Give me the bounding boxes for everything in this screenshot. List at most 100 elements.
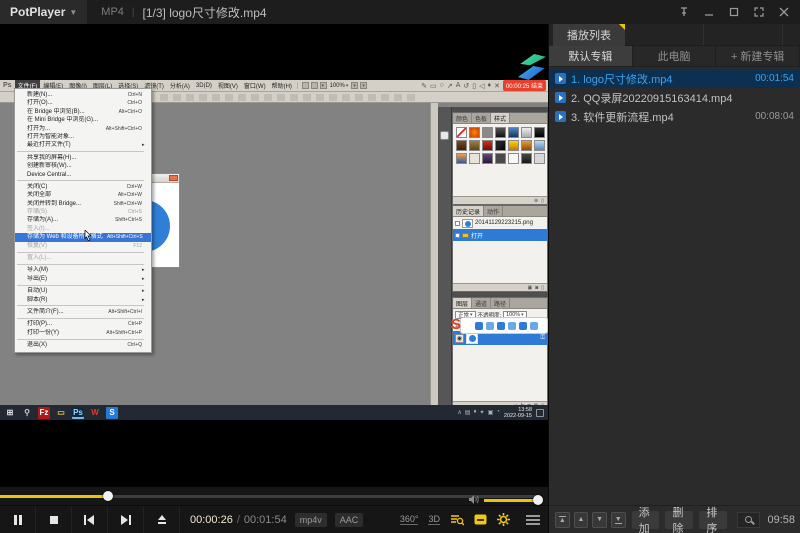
open-file-button[interactable]	[144, 506, 180, 533]
collapse-panels-icon[interactable]	[440, 131, 449, 140]
pin-icon[interactable]	[678, 6, 690, 18]
file-menu-item[interactable]: 打开(O)... Ctrl+O	[15, 99, 151, 107]
file-menu-item[interactable]: 脚本(R)	[15, 296, 151, 304]
album-tab[interactable]: + 新建专辑	[716, 46, 800, 66]
recorder-mic-icon[interactable]	[497, 322, 505, 330]
mini-bridge-icon[interactable]	[311, 82, 318, 89]
vr-360-button[interactable]: 360°	[400, 514, 419, 525]
style-swatch[interactable]	[495, 153, 506, 164]
mode-3d-button[interactable]: 3D	[428, 514, 440, 525]
recorder-pen-icon[interactable]	[486, 322, 494, 330]
file-menu-item[interactable]: 打开为智能对象...	[15, 133, 151, 141]
file-menu-item[interactable]: 导入(M)	[15, 266, 151, 274]
seek-bar[interactable]	[0, 495, 540, 498]
panel-tab[interactable]: 颜色	[453, 113, 472, 123]
panel-tab[interactable]: 路径	[491, 298, 510, 308]
panel-tab[interactable]: 色板	[472, 113, 491, 123]
app-menu-button[interactable]: PotPlayer ▼	[0, 0, 87, 24]
pause-button[interactable]	[0, 506, 36, 533]
style-swatch[interactable]	[456, 153, 467, 164]
file-menu-item[interactable]: 存储为 Web 和设备所用格式(D)... Alt+Shift+Ctrl+S	[15, 233, 151, 241]
taskbar-clock[interactable]: 13:58 2022-09-15	[504, 407, 532, 419]
recorder-tool-icon[interactable]: ▯	[472, 82, 476, 90]
panel-tab[interactable]: 动作	[484, 206, 503, 216]
style-swatch[interactable]	[508, 140, 519, 151]
video-codec-badge[interactable]: mp4v	[295, 513, 327, 527]
close-button[interactable]	[778, 6, 790, 18]
file-menu-item[interactable]: 打开为... Alt+Shift+Ctrl+O	[15, 125, 151, 133]
next-button[interactable]	[108, 506, 144, 533]
recorder-tool-icon[interactable]: ▭	[430, 82, 437, 90]
add-button[interactable]: 添加	[632, 511, 660, 529]
taskbar-icon[interactable]: S	[106, 407, 118, 419]
taskbar-icon[interactable]: ⊞	[4, 407, 16, 419]
taskbar-icon[interactable]: Ps	[72, 407, 84, 419]
playlist-item[interactable]: 3. 软件更新流程.mp4 00:08:04	[549, 107, 800, 126]
recorder-tool-icon[interactable]: ↺	[463, 82, 469, 90]
view-extras-icon[interactable]	[320, 82, 327, 89]
recorder-tool-icon[interactable]: A	[456, 82, 461, 90]
history-step-row[interactable]: 打开	[453, 229, 547, 241]
tray-icon[interactable]: ♦	[473, 409, 476, 416]
file-menu-item[interactable]: 存储为(A)... Shift+Ctrl+S	[15, 216, 151, 224]
style-swatch[interactable]	[508, 153, 519, 164]
volume-slider[interactable]	[484, 499, 542, 502]
move-down-button[interactable]: ▼	[592, 512, 607, 528]
bridge-icon[interactable]	[302, 82, 309, 89]
style-swatch[interactable]	[521, 153, 532, 164]
playlist-item[interactable]: 2. QQ录屏20220915163414.mp4	[549, 88, 800, 107]
taskbar-icon[interactable]: Fz	[38, 407, 50, 419]
file-menu-item[interactable]: Device Central...	[15, 171, 151, 179]
style-swatch[interactable]	[469, 140, 480, 151]
file-menu-item[interactable]: 新建(N)... Ctrl+N	[15, 91, 151, 99]
recorder-tool-icon[interactable]: ♦	[488, 82, 492, 90]
minimize-button[interactable]	[703, 6, 715, 18]
recorder-tool-icon[interactable]: ↗	[447, 82, 453, 90]
move-up-button[interactable]: ▲	[574, 512, 589, 528]
file-menu-item[interactable]: 自动(U)	[15, 287, 151, 295]
style-swatch[interactable]	[521, 127, 532, 138]
style-swatch[interactable]	[495, 140, 506, 151]
panel-tab[interactable]: 样式	[491, 113, 510, 123]
recorder-tool-icon[interactable]: ◁	[479, 82, 484, 90]
style-swatch[interactable]	[534, 153, 545, 164]
ps-menu-item[interactable]: 帮助(H)	[269, 80, 295, 91]
style-swatch[interactable]	[508, 127, 519, 138]
playlist-search-box[interactable]	[737, 512, 759, 528]
ps-menu-item[interactable]: 窗口(W)	[241, 80, 269, 91]
move-bottom-button[interactable]: ▼	[611, 512, 626, 528]
album-tab[interactable]: 此电脑	[633, 46, 717, 66]
recorder-grid-icon[interactable]	[475, 322, 483, 330]
file-menu-item[interactable]: 创建新审核(W)...	[15, 162, 151, 170]
panel-tab[interactable]: 图层	[453, 298, 472, 308]
style-swatch[interactable]	[469, 127, 480, 138]
canvas-scrollbar[interactable]	[430, 103, 438, 405]
video-display-area[interactable]: Ps 文件(F) 编辑(E) 图像(I) 图层(L) 选择(S) 滤镜(T)	[0, 24, 548, 487]
menu-hamburger-icon[interactable]	[526, 515, 540, 525]
subtitle-panel-icon[interactable]	[474, 514, 487, 525]
tray-icon[interactable]: ▣	[488, 409, 494, 416]
maximize-button[interactable]	[728, 6, 740, 18]
file-menu-item[interactable]: 恢复(V) F12	[15, 242, 151, 250]
recorder-floating-toolbar[interactable]: S	[460, 317, 548, 334]
style-swatch[interactable]	[456, 140, 467, 151]
file-menu-item[interactable]: 文件简介(F)... Alt+Shift+Ctrl+I	[15, 308, 151, 316]
tray-icon[interactable]: ◔	[496, 409, 500, 416]
recorder-tool-icon[interactable]: ✎	[421, 82, 427, 90]
file-menu-item[interactable]: 签入(I)...	[15, 225, 151, 233]
volume-thumb[interactable]	[533, 495, 543, 505]
tray-icon[interactable]: ✦	[480, 409, 485, 416]
taskbar-icon[interactable]: ▭	[55, 407, 67, 419]
move-top-button[interactable]: ▲	[555, 512, 570, 528]
recorder-more-icon[interactable]	[530, 322, 538, 330]
file-menu-item[interactable]: 打印(P)... Ctrl+P	[15, 320, 151, 328]
document-close-icon[interactable]	[169, 175, 178, 181]
ps-menu-item[interactable]: 3D(D)	[193, 82, 215, 90]
arrange-documents-icon[interactable]	[351, 82, 358, 89]
style-swatch[interactable]	[534, 140, 545, 151]
style-swatch[interactable]	[495, 127, 506, 138]
file-menu-item[interactable]: 置入(L)...	[15, 254, 151, 262]
recorder-timer-badge[interactable]: 00:00:25 结束	[503, 80, 546, 91]
panel-tab[interactable]: 通道	[472, 298, 491, 308]
history-source-checkbox[interactable]	[455, 221, 460, 226]
